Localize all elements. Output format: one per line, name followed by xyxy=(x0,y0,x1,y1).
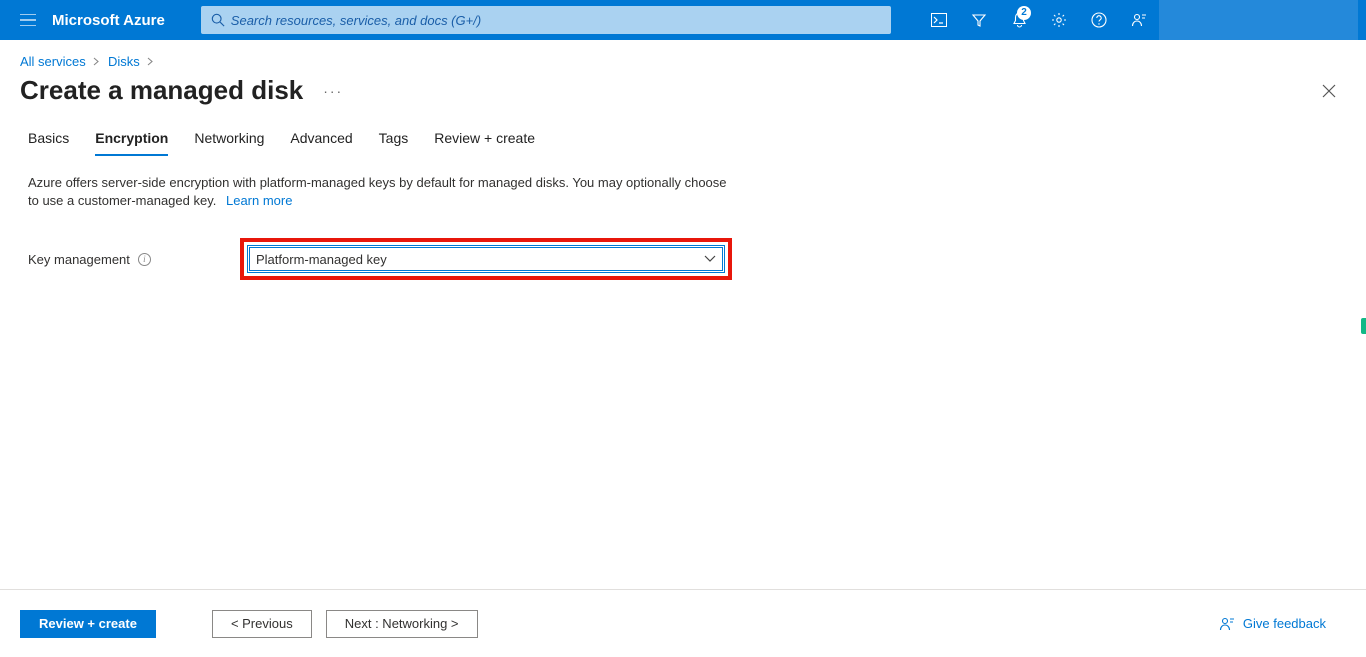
search-icon xyxy=(211,13,225,27)
close-blade-button[interactable] xyxy=(1322,84,1336,98)
close-icon xyxy=(1322,84,1336,98)
cloud-shell-icon xyxy=(931,13,947,27)
help-button[interactable] xyxy=(1079,0,1119,40)
encryption-description: Azure offers server-side encryption with… xyxy=(28,174,732,210)
breadcrumb-disks[interactable]: Disks xyxy=(108,54,140,69)
feedback-person-icon xyxy=(1131,12,1147,28)
feedback-person-icon xyxy=(1219,616,1235,632)
chevron-down-icon xyxy=(704,255,716,263)
account-area[interactable] xyxy=(1159,0,1358,40)
info-icon[interactable]: i xyxy=(138,253,151,266)
tab-encryption[interactable]: Encryption xyxy=(95,122,168,156)
gear-icon xyxy=(1051,12,1067,28)
tab-bar: Basics Encryption Networking Advanced Ta… xyxy=(0,122,1366,156)
tab-review-create[interactable]: Review + create xyxy=(434,122,535,156)
header-icon-group: 2 xyxy=(919,0,1159,40)
key-management-dropdown[interactable]: Platform-managed key xyxy=(247,245,725,273)
top-header: Microsoft Azure Search resources, servic… xyxy=(0,0,1366,40)
hamburger-icon xyxy=(20,14,36,26)
global-search-input[interactable]: Search resources, services, and docs (G+… xyxy=(201,6,891,34)
feedback-button[interactable] xyxy=(1119,0,1159,40)
key-management-label-group: Key management i xyxy=(28,252,240,267)
next-button[interactable]: Next : Networking > xyxy=(326,610,478,638)
breadcrumb: All services Disks xyxy=(0,40,1366,69)
give-feedback-link[interactable]: Give feedback xyxy=(1219,616,1326,632)
highlight-annotation: Platform-managed key xyxy=(240,238,732,280)
key-management-row: Key management i Platform-managed key xyxy=(28,238,732,280)
breadcrumb-all-services[interactable]: All services xyxy=(20,54,86,69)
tab-tags[interactable]: Tags xyxy=(379,122,409,156)
help-icon xyxy=(1091,12,1107,28)
tab-content: Azure offers server-side encryption with… xyxy=(0,156,760,280)
filter-icon xyxy=(971,12,987,28)
chevron-right-icon xyxy=(147,54,154,69)
settings-button[interactable] xyxy=(1039,0,1079,40)
brand-name[interactable]: Microsoft Azure xyxy=(52,12,165,29)
search-placeholder: Search resources, services, and docs (G+… xyxy=(231,13,481,28)
tab-advanced[interactable]: Advanced xyxy=(290,122,352,156)
key-management-value: Platform-managed key xyxy=(256,252,387,267)
side-tab-marker[interactable] xyxy=(1361,318,1366,334)
more-actions-button[interactable]: ··· xyxy=(323,83,343,99)
hamburger-menu-button[interactable] xyxy=(16,8,40,32)
chevron-right-icon xyxy=(93,54,100,69)
previous-button[interactable]: < Previous xyxy=(212,610,312,638)
learn-more-link[interactable]: Learn more xyxy=(226,193,292,208)
directory-filter-button[interactable] xyxy=(959,0,999,40)
key-management-label: Key management xyxy=(28,252,130,267)
cloud-shell-button[interactable] xyxy=(919,0,959,40)
tab-networking[interactable]: Networking xyxy=(194,122,264,156)
notification-badge: 2 xyxy=(1017,6,1031,20)
page-title-row: Create a managed disk ··· xyxy=(0,69,1366,122)
notifications-button[interactable]: 2 xyxy=(999,0,1039,40)
tab-basics[interactable]: Basics xyxy=(28,122,69,156)
review-create-button[interactable]: Review + create xyxy=(20,610,156,638)
wizard-footer: Review + create < Previous Next : Networ… xyxy=(0,589,1366,657)
give-feedback-label: Give feedback xyxy=(1243,616,1326,631)
description-text: Azure offers server-side encryption with… xyxy=(28,175,727,208)
page-title: Create a managed disk xyxy=(20,75,303,106)
